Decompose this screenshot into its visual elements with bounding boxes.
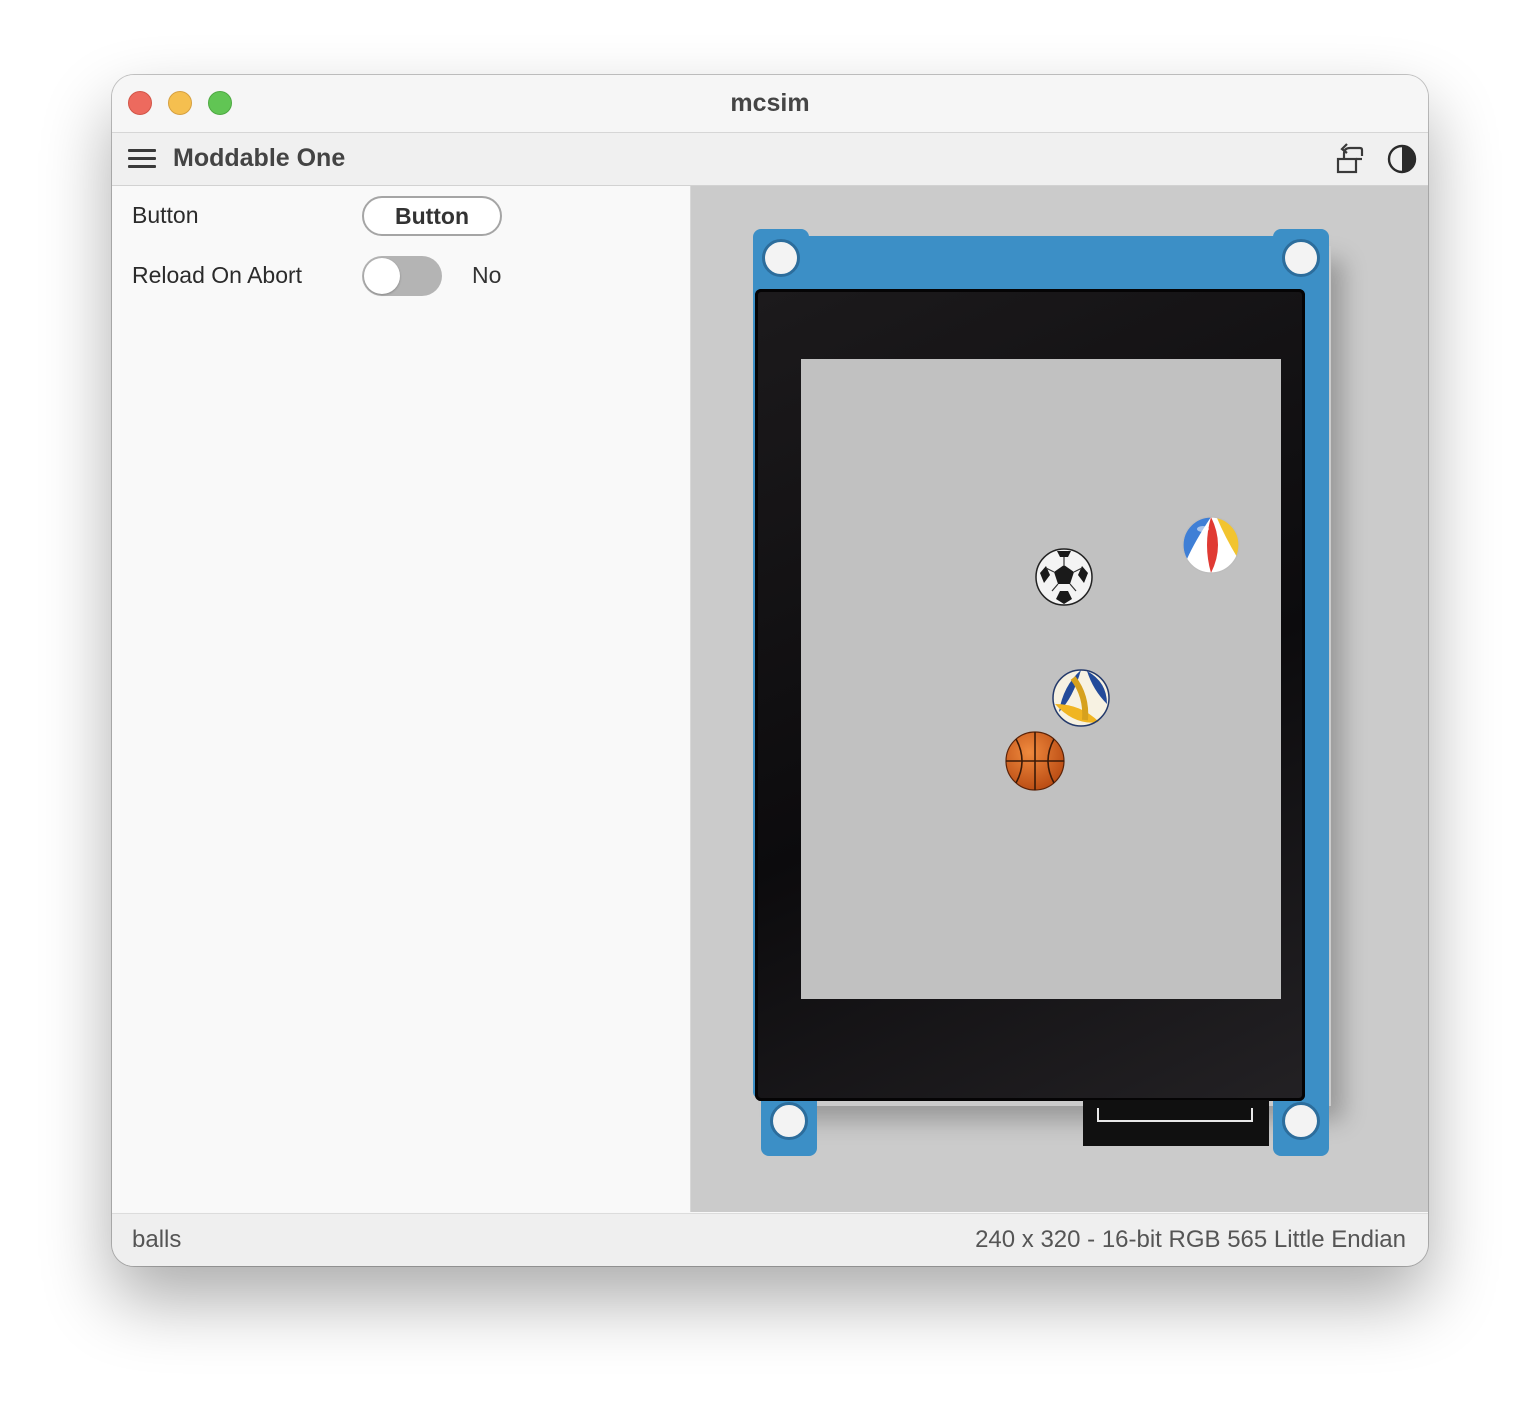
mount-hole	[1282, 239, 1320, 277]
mount-hole	[762, 239, 800, 277]
button-control[interactable]: Button	[362, 196, 502, 236]
mount-hole	[770, 1102, 808, 1140]
controls-pane: Button Button Reload On Abort No	[112, 186, 691, 1212]
device-screen[interactable]	[801, 359, 1281, 999]
app-name: balls	[132, 1226, 182, 1253]
rotate-icon[interactable]	[1334, 142, 1368, 176]
beach-ball-sprite	[1182, 516, 1240, 574]
display-info: 240 x 320 - 16-bit RGB 565 Little Endian	[975, 1226, 1406, 1253]
button-row-label: Button	[132, 202, 199, 228]
volleyball-sprite	[1052, 669, 1110, 727]
status-bar: balls 240 x 320 - 16-bit RGB 565 Little …	[112, 1213, 1428, 1266]
ribbon-connector	[1083, 1100, 1269, 1146]
reload-on-abort-label: Reload On Abort	[132, 262, 303, 288]
window-title: mcsim	[730, 89, 810, 117]
mount-hole	[1282, 1102, 1320, 1140]
reload-on-abort-toggle[interactable]	[362, 256, 442, 296]
basketball-sprite	[1005, 731, 1065, 791]
menu-icon[interactable]	[128, 149, 156, 169]
app-window: mcsim Moddable One Button Button Reload …	[112, 75, 1428, 1266]
toolbar: Moddable One	[112, 133, 1428, 186]
soccer-ball-sprite	[1035, 548, 1093, 606]
contrast-icon[interactable]	[1385, 142, 1419, 176]
toggle-knob	[364, 258, 400, 294]
title-bar: mcsim	[112, 75, 1428, 133]
reload-on-abort-value: No	[472, 262, 502, 288]
device-title: Moddable One	[173, 144, 346, 172]
device-pane	[691, 186, 1428, 1212]
